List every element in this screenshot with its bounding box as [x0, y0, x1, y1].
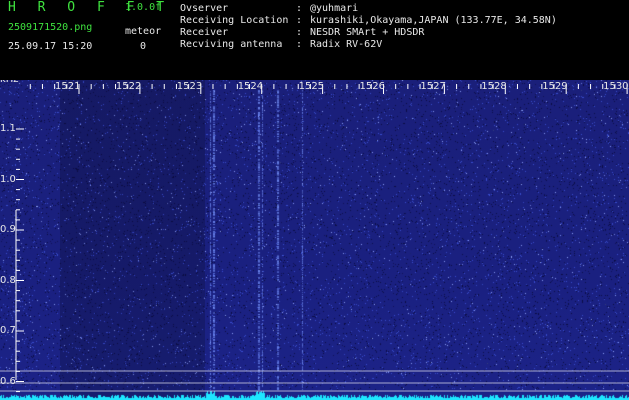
y-tick-label: 1.1 [0, 123, 16, 134]
meta-value: NESDR SMArt + HDSDR [310, 27, 425, 38]
x-tick-label: 1525 [298, 81, 325, 92]
axis-overlay [0, 84, 629, 393]
meta-separator: : [296, 27, 303, 38]
x-tick-label: 1523 [176, 81, 203, 92]
meta-key: Receiver [180, 27, 229, 38]
meta-key: Recviving antenna [180, 39, 283, 50]
app-version: 1.0.0f [125, 2, 162, 13]
x-tick-label: 1526 [359, 81, 385, 92]
meta-key: Receiving Location [180, 15, 289, 26]
x-tick-label: 1521 [55, 81, 81, 92]
waterfall-spectrogram: kHz 1521 1522 1523 1524 1525 1526 1527 1528 1529… [0, 80, 629, 400]
y-tick-label: 0.6 [0, 375, 16, 387]
date-time: 25.09.17 15:20 [8, 41, 93, 52]
y-tick-label: 0.8 [0, 274, 16, 286]
meta-separator: : [296, 3, 303, 14]
x-tick-label: 1527 [420, 81, 446, 92]
x-unit-label: kHz [0, 80, 19, 85]
meta-key: Ovserver [180, 3, 229, 14]
header-panel: H R O F F T 1.0.0f 2509171520.png meteor… [0, 0, 629, 80]
meta-value: kurashiki,Okayama,JAPAN (133.77E, 34.58N… [310, 15, 557, 26]
detection-count: 0 [140, 41, 147, 52]
meta-separator: : [296, 15, 303, 26]
x-tick-label: 1522 [115, 81, 142, 92]
meta-value: Radix RV-62V [310, 39, 383, 50]
meta-separator: : [296, 39, 303, 50]
x-tick-label: 1528 [481, 81, 507, 92]
y-tick-label: 0.7 [0, 325, 16, 336]
file-name: 2509171520.png [8, 22, 93, 33]
y-tick-label: 1.0 [0, 173, 16, 185]
x-tick-label: 1529 [542, 81, 568, 92]
x-tick-label: 1530 [603, 81, 629, 92]
x-tick-label: 1524 [237, 81, 264, 92]
mode-label: meteor [125, 26, 162, 37]
meta-value: @yuhmari [310, 3, 359, 14]
y-tick-label: 0.9 [0, 224, 16, 235]
